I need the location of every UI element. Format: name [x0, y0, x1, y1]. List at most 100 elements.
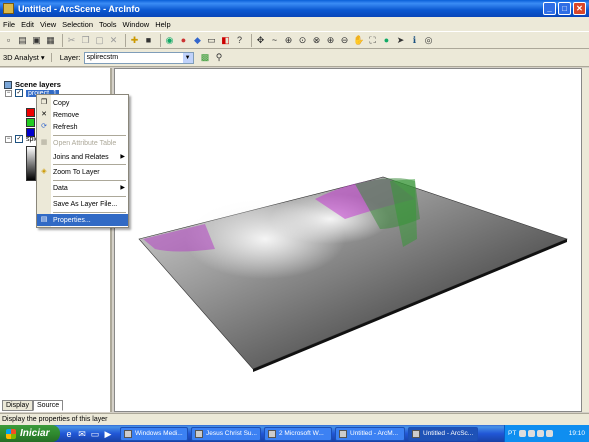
collapse-icon[interactable]: − [5, 135, 12, 143]
zoom-in-icon[interactable]: ⊕ [325, 35, 336, 46]
layer-visibility-checkbox[interactable]: ✓ [15, 135, 23, 143]
delete-icon[interactable]: ✕ [108, 35, 119, 46]
navigate-icon[interactable]: ✥ [255, 35, 266, 46]
layer-label: Layer: [59, 53, 81, 62]
context-properties-label: Properties... [53, 216, 91, 224]
fly-icon[interactable]: ~ [269, 35, 280, 46]
full-extent-icon[interactable]: ⛶ [367, 35, 378, 46]
volume-icon[interactable] [546, 430, 554, 437]
refresh-icon: ⟳ [41, 123, 47, 130]
media-icon[interactable]: ▶ [103, 429, 113, 439]
copy-icon: ❐ [40, 99, 48, 106]
system-tray: PT 19:10 [504, 425, 589, 442]
pan-icon[interactable]: ✋ [353, 35, 364, 46]
save-icon[interactable]: ▣ [31, 35, 42, 46]
scene-icon[interactable]: ■ [143, 35, 154, 46]
toolbar-separator [251, 33, 252, 47]
quick-launch: e ✉ ▭ ▶ [64, 429, 116, 439]
tray-icon[interactable] [528, 430, 536, 437]
center-target-icon[interactable]: ⊙ [297, 35, 308, 46]
zoom-layer-icon: ◈ [41, 168, 47, 175]
layer-dropdown-value: splirecstm [86, 54, 119, 61]
desktop-icon[interactable]: ▭ [90, 429, 100, 439]
menu-bar: File Edit View Selection Tools Window He… [0, 17, 589, 31]
arctoolbox-icon[interactable]: ◧ [220, 35, 231, 46]
language-indicator[interactable]: PT [508, 430, 516, 437]
window-title: Untitled - ArcScene - ArcInfo [18, 3, 140, 14]
chevron-down-icon[interactable]: ▼ [182, 52, 193, 63]
context-refresh[interactable]: ⟳ Refresh [37, 121, 128, 133]
layer-visibility-checkbox[interactable]: ✓ [15, 89, 23, 97]
print-icon[interactable]: ▦ [45, 35, 56, 46]
clock: 19:10 [568, 430, 585, 437]
paste-icon[interactable]: ▢ [94, 35, 105, 46]
context-remove[interactable]: ✕ Remove [37, 109, 128, 121]
whats-this-icon[interactable]: ? [234, 35, 245, 46]
context-data[interactable]: Data ▶ [37, 182, 128, 194]
context-save-layer-file[interactable]: Save As Layer File... [37, 198, 128, 210]
windows-taskbar: Iniciar e ✉ ▭ ▶ Windows Medi... Jesus Ch… [0, 425, 589, 442]
tray-icon[interactable] [537, 430, 545, 437]
contour-icon[interactable]: ▩ [200, 52, 211, 63]
menu-help[interactable]: Help [155, 20, 170, 29]
tray-icon[interactable] [519, 430, 527, 437]
viewport-scrollbar[interactable] [582, 68, 589, 412]
task-jesus-christ[interactable]: Jesus Christ Su... [191, 426, 261, 441]
cut-icon[interactable]: ✂ [66, 35, 77, 46]
collapse-icon[interactable]: − [5, 89, 12, 97]
binoculars-icon[interactable]: ◎ [423, 35, 434, 46]
task-windows-media[interactable]: Windows Medi... [120, 426, 188, 441]
minimize-button[interactable]: _ [543, 2, 556, 15]
select-arrow-icon[interactable]: ➤ [395, 35, 406, 46]
context-zoom-to-layer[interactable]: ◈ Zoom To Layer [37, 166, 128, 178]
maximize-button[interactable]: □ [558, 2, 571, 15]
context-joins-relates[interactable]: Joins and Relates ▶ [37, 151, 128, 163]
copy-icon[interactable]: ❐ [80, 35, 91, 46]
globe-icon[interactable]: ◉ [164, 35, 175, 46]
menu-selection[interactable]: Selection [62, 20, 93, 29]
menu-tools[interactable]: Tools [99, 20, 117, 29]
scene-viewport[interactable] [114, 68, 582, 412]
context-properties[interactable]: ▤ Properties... [37, 214, 128, 226]
menu-edit[interactable]: Edit [21, 20, 34, 29]
context-zoom-to-layer-label: Zoom To Layer [53, 168, 100, 176]
zoom-target-icon[interactable]: ⊕ [283, 35, 294, 46]
scene-layers-root[interactable]: Scene layers [4, 80, 61, 89]
new-icon[interactable]: ▫ [3, 35, 14, 46]
identify-globe-icon[interactable]: ● [381, 35, 392, 46]
context-copy-label: Copy [53, 99, 70, 107]
layer-sple-row[interactable]: − ✓ sple [5, 135, 39, 143]
arcscene-app-icon [3, 3, 14, 14]
steepest-path-icon[interactable]: ⚲ [214, 52, 225, 63]
info-icon[interactable]: ℹ [409, 35, 420, 46]
add-data-icon[interactable]: ✚ [129, 35, 140, 46]
zoom-in-out-icon[interactable]: ⊗ [311, 35, 322, 46]
layer-context-menu: ❐ Copy ✕ Remove ⟳ Refresh ▦ Open Attribu… [36, 94, 129, 228]
layer-dropdown[interactable]: splirecstm ▼ [83, 51, 194, 64]
context-separator [53, 212, 126, 213]
context-joins-relates-label: Joins and Relates [53, 153, 109, 161]
menu-window[interactable]: Window [123, 20, 150, 29]
task-arcmap[interactable]: Untitled - ArcM... [335, 426, 405, 441]
tab-display[interactable]: Display [2, 400, 33, 411]
context-save-layer-file-label: Save As Layer File... [53, 200, 118, 208]
context-copy[interactable]: ❐ Copy [37, 97, 128, 109]
ie-icon[interactable]: e [64, 429, 74, 439]
3d-analyst-menu[interactable]: 3D Analyst ▾ [3, 53, 52, 62]
menu-view[interactable]: View [40, 20, 56, 29]
table-icon: ▦ [40, 139, 48, 146]
close-button[interactable]: ✕ [573, 2, 586, 15]
task-arcscene[interactable]: Untitled - ArcSc... [408, 426, 478, 441]
task-microsoft-word[interactable]: 2 Microsoft W... [264, 426, 332, 441]
context-open-attribute-table[interactable]: ▦ Open Attribute Table [37, 137, 128, 149]
tab-source[interactable]: Source [32, 400, 64, 411]
legend-grayscale-ramp [26, 146, 36, 181]
layers-icon[interactable]: ◆ [192, 35, 203, 46]
open-icon[interactable]: ▤ [17, 35, 28, 46]
view-icon[interactable]: ▭ [206, 35, 217, 46]
menu-file[interactable]: File [3, 20, 15, 29]
animation-icon[interactable]: ● [178, 35, 189, 46]
start-button[interactable]: Iniciar [0, 425, 60, 442]
zoom-out-icon[interactable]: ⊖ [339, 35, 350, 46]
outlook-icon[interactable]: ✉ [77, 429, 87, 439]
